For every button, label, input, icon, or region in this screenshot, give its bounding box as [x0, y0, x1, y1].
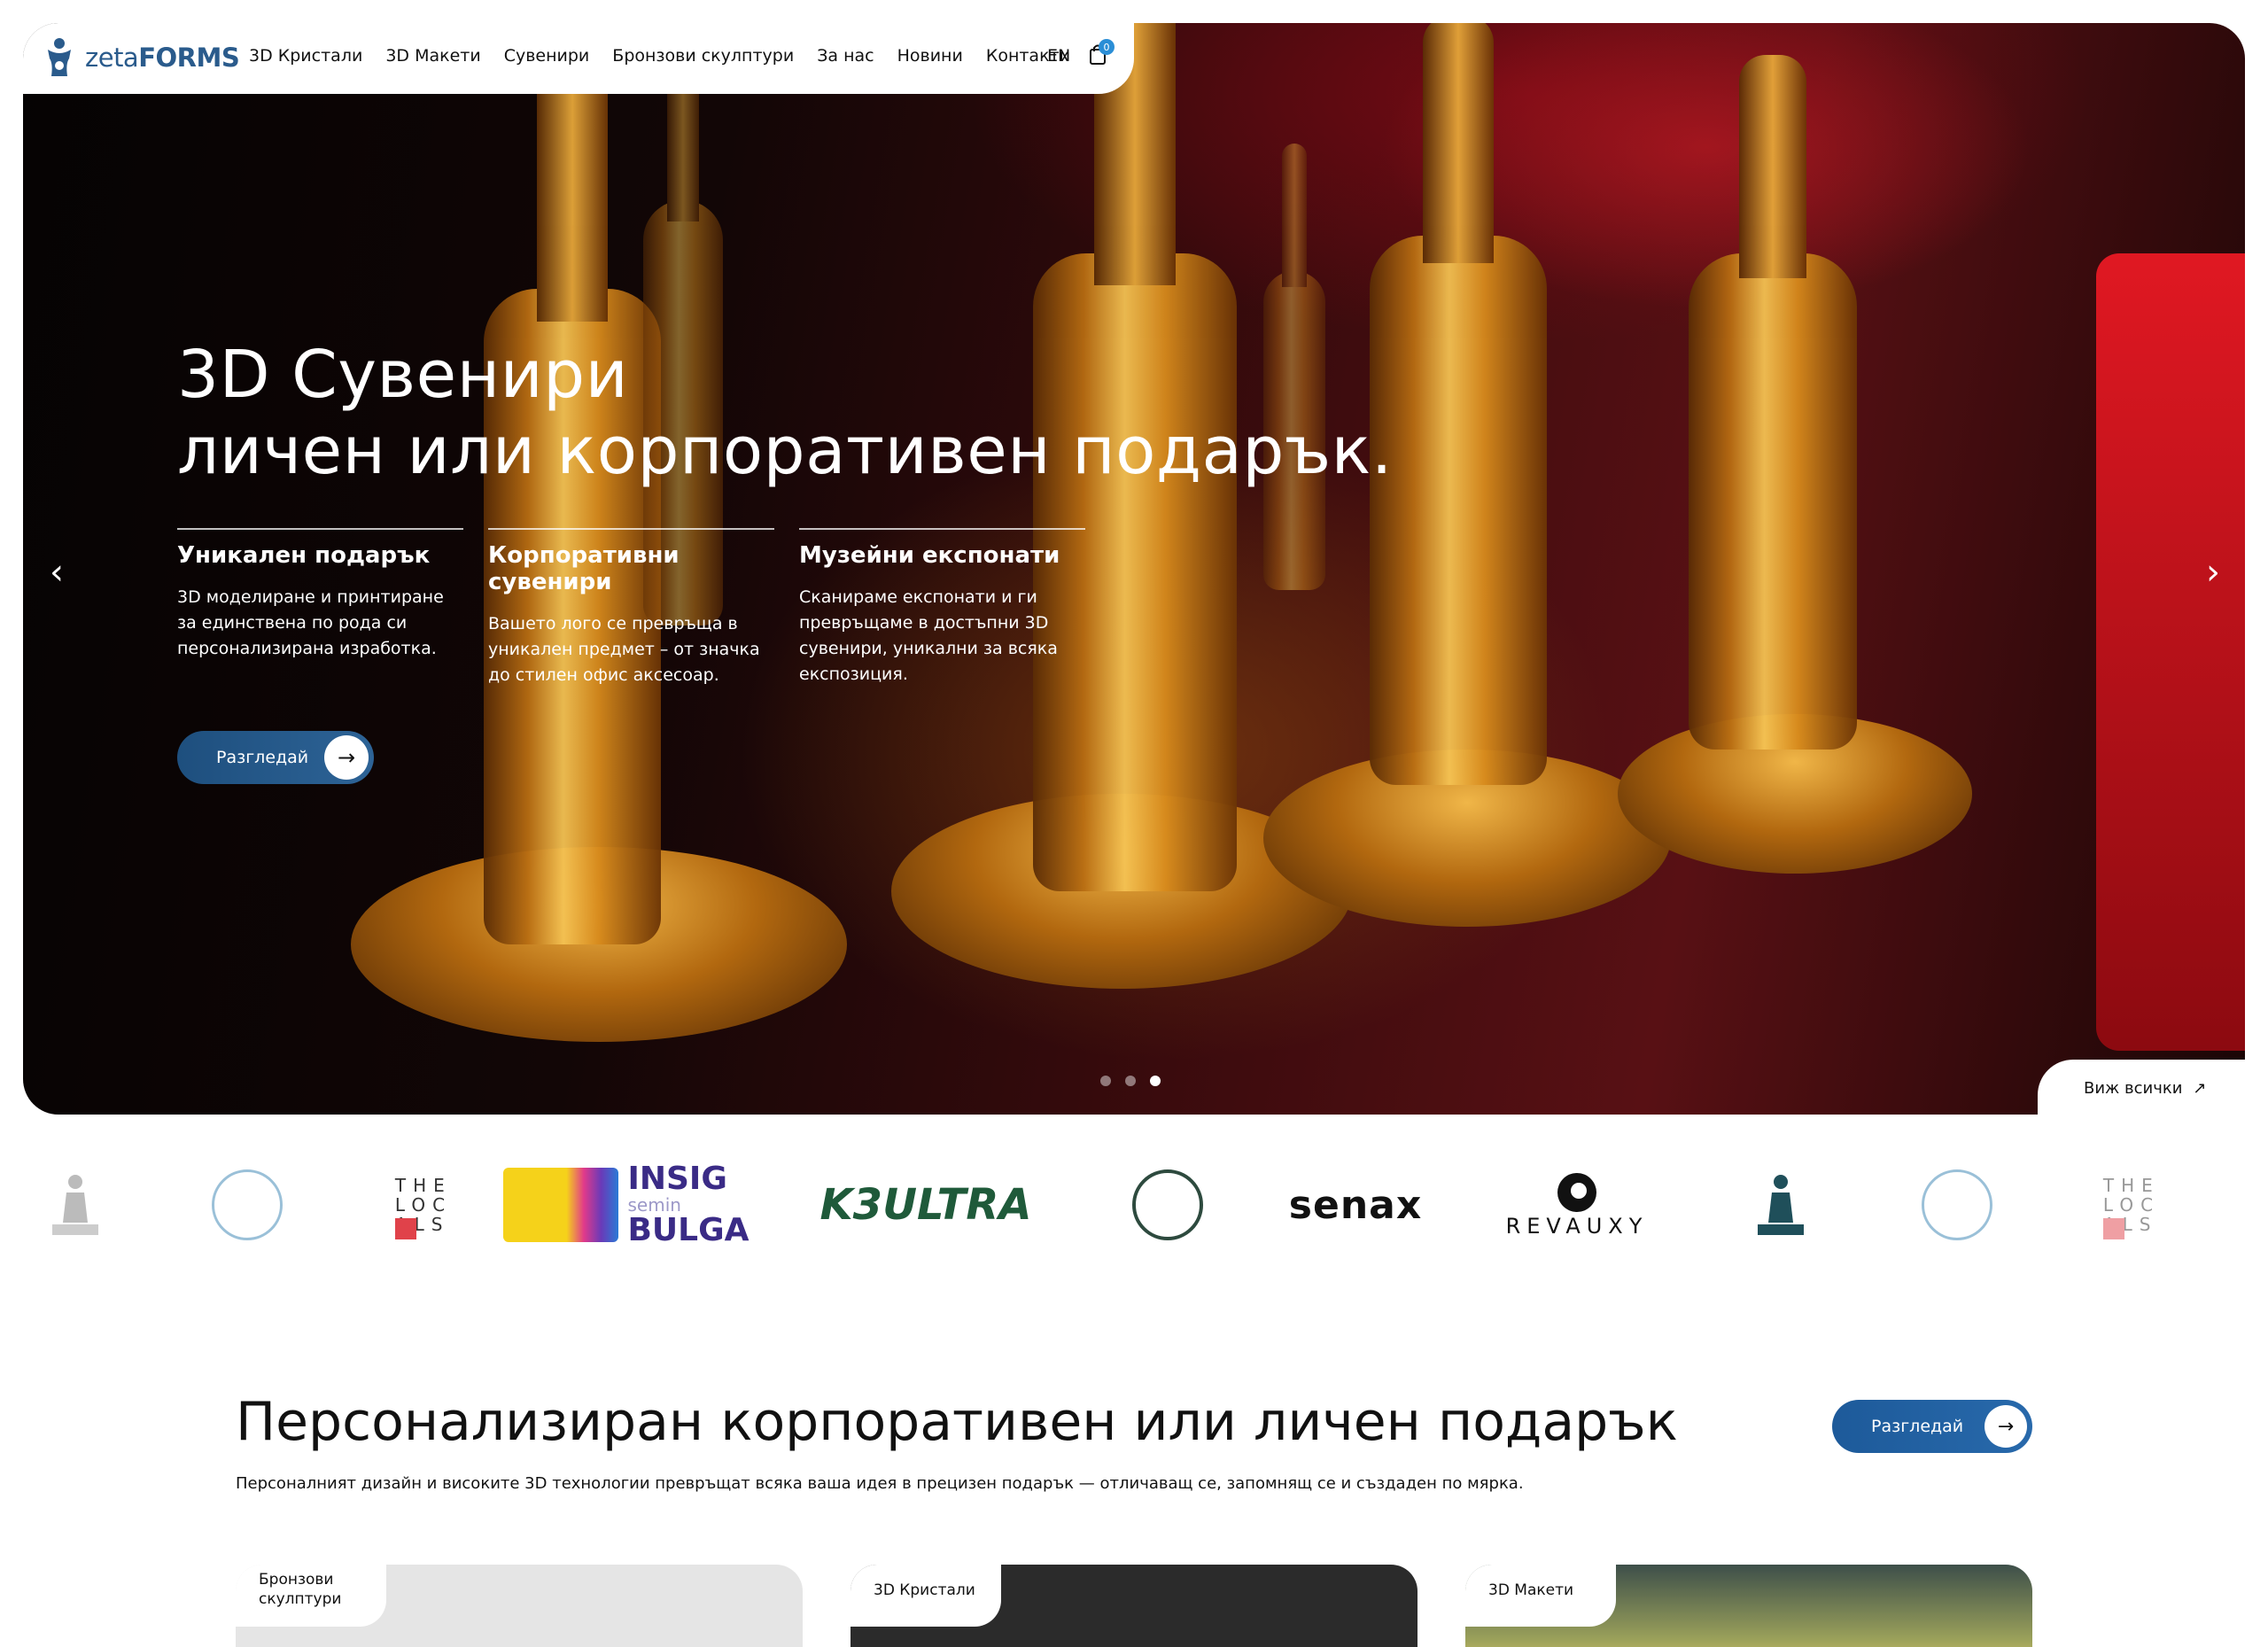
nav-item-3d-crystals[interactable]: 3D Кристали: [249, 46, 362, 66]
red-box-shape: [2096, 253, 2245, 1051]
k3-ultra-logo: K3ULTRA: [819, 1180, 1032, 1230]
hero-explore-button[interactable]: Разгледай →: [177, 731, 374, 784]
chevron-right-icon[interactable]: ›: [2206, 555, 2220, 590]
client-logo-pharmacy: [35, 1152, 115, 1258]
main-nav: 3D Кристали 3D Макети Сувенири Бронзови …: [249, 46, 1070, 66]
insight-logo: INSIG semin BULGA: [627, 1162, 749, 1247]
locals-line: THE: [2102, 1175, 2160, 1196]
insight-line: INSIG: [627, 1161, 727, 1197]
slider-dot[interactable]: [1125, 1076, 1136, 1086]
nav-item-3d-models[interactable]: 3D Макети: [385, 46, 480, 66]
feature-title: Уникален подарък: [177, 542, 431, 569]
logo-figure-icon: [48, 38, 71, 76]
view-all-background: [2038, 1060, 2268, 1139]
insight-line: BULGA: [627, 1212, 750, 1248]
cart-count-badge: 0: [1099, 39, 1115, 55]
chevron-left-icon[interactable]: ‹: [50, 555, 64, 590]
client-logo-circle: [207, 1152, 287, 1258]
language-switch[interactable]: EN: [1047, 46, 1070, 66]
feature-text: 3D моделиране и принтиране за единствена…: [177, 587, 444, 658]
insight-line: semin: [627, 1194, 681, 1216]
feature-corporate: Корпоративни сувенири Вашето лого се пре…: [488, 528, 774, 688]
old-man-figure-icon: [52, 1175, 98, 1235]
feature-text: Сканираме експонати и ги превръщаме в до…: [799, 587, 1058, 684]
category-card-bronze[interactable]: Бронзови скулптури: [236, 1565, 803, 1647]
feature-title: Корпоративни сувенири: [488, 542, 680, 595]
client-logo-the-locals: THE LOC ALS: [2087, 1152, 2176, 1258]
card-label-line: Бронзови: [259, 1571, 334, 1589]
locals-line: LOC: [2102, 1194, 2161, 1216]
arrow-right-icon: →: [324, 735, 369, 780]
arrow-right-icon: →: [1984, 1405, 2027, 1448]
client-logo-circle: [1917, 1152, 1997, 1258]
circle-emblem-icon: [1922, 1169, 1992, 1240]
section-explore-button[interactable]: Разгледай →: [1832, 1400, 2032, 1453]
client-logo-pharmacy-union: [1130, 1152, 1205, 1258]
client-logo-senax: senax: [1289, 1152, 1421, 1258]
site-header: zetaFORMS 3D Кристали 3D Макети Сувенири…: [0, 0, 1134, 94]
client-logo-k3-ultra: K3ULTRA: [815, 1152, 1037, 1258]
circle-emblem-icon: [212, 1169, 283, 1240]
locals-line: LOC: [394, 1194, 453, 1216]
logo[interactable]: zetaFORMS: [44, 37, 240, 78]
nav-item-news[interactable]: Новини: [897, 46, 963, 66]
logo-text: zetaFORMS: [85, 43, 240, 73]
red-square-icon: [2102, 1218, 2124, 1239]
slider-dot-active[interactable]: [1150, 1076, 1161, 1086]
view-all-label: Виж всички: [2084, 1079, 2183, 1098]
hero-content: 3D Сувенири личен или корпоративен подар…: [177, 337, 1418, 784]
senax-logo: senax: [1288, 1182, 1423, 1228]
revauxy-logo: REVAUXY: [1505, 1214, 1649, 1239]
nav-item-about[interactable]: За нас: [817, 46, 874, 66]
revauxy-emblem-icon: [1557, 1173, 1596, 1212]
slider-dots: [1100, 1076, 1161, 1086]
card-label: 3D Макети: [1488, 1581, 1574, 1599]
the-locals-logo: THE LOC ALS: [394, 1175, 453, 1239]
locals-line: THE: [394, 1175, 452, 1196]
red-square-icon: [394, 1218, 416, 1239]
feature-title: Музейни експонати: [799, 542, 1060, 569]
client-logo-the-locals: THE LOC ALS: [379, 1152, 468, 1258]
arrow-up-right-icon: ↗: [2193, 1079, 2207, 1098]
nav-item-bronze-sculptures[interactable]: Бронзови скулптури: [612, 46, 794, 66]
button-label: Разгледай: [216, 748, 309, 767]
hero-title-line2: личен или корпоративен подарък.: [177, 413, 1393, 489]
hero-features: Уникален подарък 3D моделиране и принтир…: [177, 528, 1418, 688]
card-label-line: скулптури: [259, 1590, 342, 1608]
card-label: Бронзови скулптури: [259, 1570, 341, 1609]
section-title: Персонализиран корпоративен или личен по…: [236, 1391, 1678, 1453]
hero-title: 3D Сувенири личен или корпоративен подар…: [177, 337, 1418, 489]
client-logo-pharmacy: [1736, 1152, 1825, 1258]
feature-museum: Музейни експонати Сканираме експонати и …: [799, 528, 1085, 688]
hero-title-line1: 3D Сувенири: [177, 337, 629, 413]
client-logo-revauxy: REVAUXY: [1506, 1152, 1648, 1258]
nav-item-souvenirs[interactable]: Сувенири: [504, 46, 590, 66]
section-subtitle: Персоналният дизайн и високите 3D технол…: [236, 1474, 1524, 1493]
category-card-crystals[interactable]: 3D Кристали: [850, 1565, 1418, 1647]
card-label: 3D Кристали: [874, 1581, 975, 1599]
category-card-models[interactable]: 3D Макети: [1465, 1565, 2032, 1647]
old-man-figure-icon: [1758, 1175, 1804, 1235]
client-logo-atlantida-insight: INSIG semin BULGA: [498, 1152, 755, 1258]
slider-dot[interactable]: [1100, 1076, 1111, 1086]
the-locals-logo: THE LOC ALS: [2102, 1175, 2161, 1239]
bottle-shape: [1689, 55, 1857, 750]
hero-slider: 3D Сувенири личен или корпоративен подар…: [23, 23, 2245, 1115]
feature-unique-gift: Уникален подарък 3D моделиране и принтир…: [177, 528, 463, 688]
feature-text: Вашето лого се превръща в уникален предм…: [488, 614, 760, 685]
circle-emblem-icon: [1132, 1169, 1203, 1240]
view-all-link[interactable]: Виж всички ↗: [2084, 1079, 2207, 1098]
button-label: Разгледай: [1871, 1417, 1964, 1436]
atlantida-logo: [503, 1168, 619, 1242]
